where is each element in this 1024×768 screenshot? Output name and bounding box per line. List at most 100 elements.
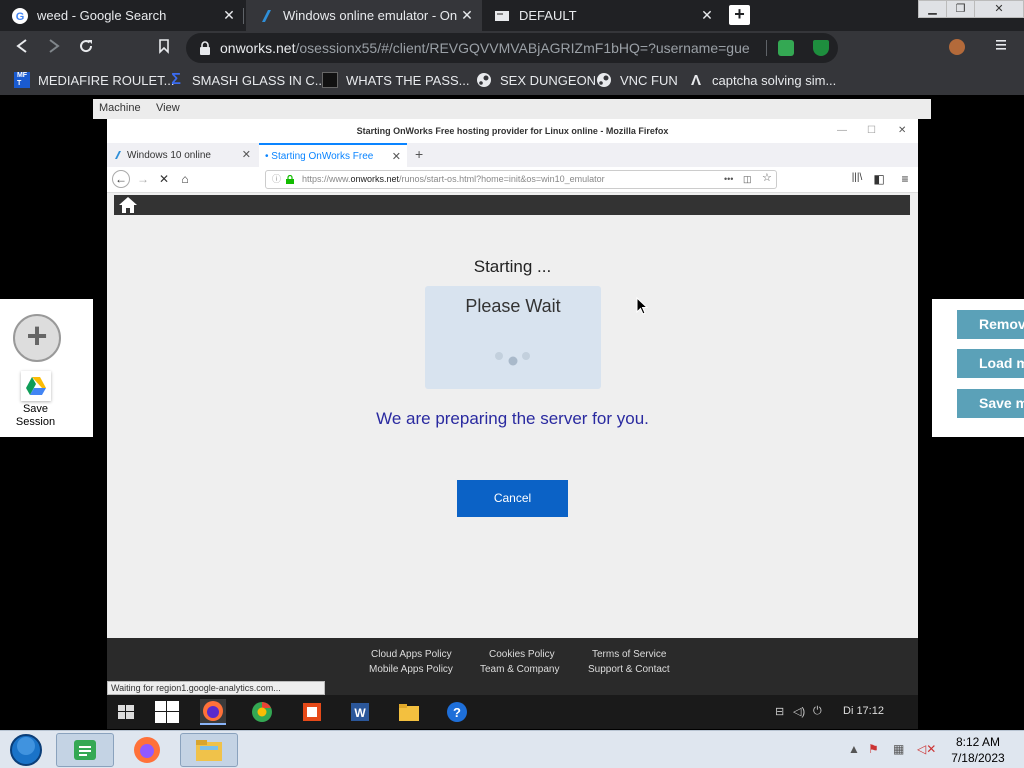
loading-spinner-icon [495, 352, 530, 366]
extension-shield-icon[interactable] [813, 40, 829, 56]
library-icon[interactable]: |||\ [849, 172, 865, 183]
ff-menu-icon[interactable]: ≡ [897, 172, 913, 186]
bookmark-sex-dungeon[interactable]: SEX DUNGEON [476, 71, 596, 89]
ff-close-button[interactable]: ✕ [898, 125, 906, 136]
load-button[interactable]: Load m [957, 349, 1024, 378]
starting-heading: Starting ... [473, 257, 552, 276]
bookmark-star-icon[interactable]: ☆ [762, 171, 772, 187]
onworks-icon [115, 151, 121, 159]
back-button[interactable] [12, 38, 32, 58]
page-content: Starting ... Please Wait We are preparin… [107, 193, 918, 638]
reload-button[interactable] [76, 38, 96, 58]
bookmark-mediafire[interactable]: MF T MEDIAFIRE ROULET... [14, 71, 175, 89]
footer-link-team[interactable]: Team & Company [480, 664, 559, 675]
profile-avatar[interactable] [949, 39, 965, 55]
svg-text:W: W [354, 706, 366, 720]
reload-icon [80, 40, 93, 53]
tab-windows-emulator[interactable]: Windows online emulator - Online ✕ [246, 0, 482, 31]
chrome-toolbar: onworks.net/osessionx55/#/client/REVGQVV… [0, 31, 1024, 65]
ff-maximize-button[interactable]: ☐ [867, 125, 876, 136]
lock-icon [200, 41, 210, 55]
network-tray-icon[interactable]: ▦ [893, 742, 904, 756]
lambda-icon: Λ [690, 71, 701, 89]
ff-tab-starting[interactable]: • Starting OnWorks Free ✕ [259, 143, 407, 167]
ff-new-tab-button[interactable]: + [415, 146, 423, 162]
menu-machine[interactable]: Machine [99, 102, 141, 114]
windows-start-icon [118, 705, 134, 719]
footer-link-cloud-apps[interactable]: Cloud Apps Policy [371, 649, 452, 660]
ff-forward-button[interactable]: → [135, 172, 151, 186]
footer-link-support[interactable]: Support & Contact [588, 664, 670, 675]
minimize-button[interactable]: ▁ [918, 0, 947, 18]
maximize-button[interactable]: ❐ [946, 0, 975, 18]
power-icon[interactable]: ⏻ [813, 705, 822, 718]
close-tab-icon[interactable]: ✕ [242, 148, 251, 161]
save-session-button[interactable]: Save Session [13, 371, 58, 428]
please-wait-text: Please Wait [465, 296, 561, 316]
ff-stop-icon[interactable]: ✕ [156, 172, 172, 186]
bookmark-vnc-fun[interactable]: VNC FUN [596, 71, 678, 89]
ff-minimize-button[interactable]: — [837, 125, 847, 136]
chrome-menu-button[interactable] [991, 38, 1011, 58]
network-icon[interactable]: ⊟ [775, 705, 784, 718]
ff-back-button[interactable]: ← [112, 170, 130, 188]
ff-home-icon[interactable]: ⌂ [177, 172, 193, 186]
volume-muted-icon[interactable]: ◁✕ [917, 742, 936, 756]
bookmark-captcha[interactable]: Λ captcha solving sim... [688, 71, 836, 89]
bookmark-smash-glass[interactable]: Σ SMASH GLASS IN C... [168, 71, 325, 89]
windows-logo-icon[interactable] [154, 699, 180, 725]
bookmark-whats-the-pass[interactable]: WHATS THE PASS... [322, 71, 470, 89]
sidebar-icon[interactable]: ◧ [871, 172, 887, 186]
bookmark-star-button[interactable] [154, 38, 174, 58]
svg-text:?: ? [453, 705, 461, 720]
save-session-label: Save Session [15, 403, 56, 428]
action-center-icon[interactable]: ⚑ [868, 742, 879, 756]
close-window-button[interactable]: ✕ [974, 0, 1024, 18]
close-tab-icon[interactable]: ✕ [458, 7, 476, 24]
remove-button[interactable]: Remove [957, 310, 1024, 339]
cancel-button[interactable]: Cancel [457, 480, 568, 517]
ff-address-bar[interactable]: ⓘ https://www.onworks.net/runos/start-os… [265, 170, 777, 189]
close-tab-icon[interactable]: ✕ [698, 7, 716, 24]
footer-link-mobile-apps[interactable]: Mobile Apps Policy [369, 664, 453, 675]
new-tab-button[interactable]: + [729, 5, 750, 25]
chrome-tab-strip: G weed - Google Search ✕ Windows online … [0, 0, 1024, 31]
firefox-taskbar-icon[interactable] [118, 733, 176, 767]
tab-default[interactable]: DEFAULT ✕ [482, 0, 722, 31]
extension-notes-icon[interactable] [778, 40, 794, 56]
close-tab-icon[interactable]: ✕ [220, 7, 238, 24]
page-icon [494, 8, 510, 24]
tab-google-search[interactable]: G weed - Google Search ✕ [0, 0, 244, 31]
firefox-nav-bar: ← → ✕ ⌂ ⓘ https://www.onworks.net/runos/… [107, 167, 918, 193]
home-icon[interactable] [118, 196, 138, 214]
ff-tab-windows10[interactable]: Windows 10 online ✕ [107, 143, 257, 167]
show-hidden-icons[interactable]: ▲ [848, 742, 860, 756]
add-icon[interactable]: + [13, 314, 61, 362]
chrome-taskbar-icon[interactable] [249, 699, 275, 725]
file-explorer-taskbar-icon[interactable] [396, 699, 422, 725]
address-bar[interactable]: onworks.net/osessionx55/#/client/REVGQVV… [186, 33, 838, 63]
page-actions-icon[interactable]: ••• [724, 171, 733, 188]
footer-link-cookies[interactable]: Cookies Policy [489, 649, 555, 660]
file-explorer-taskbar-icon[interactable] [180, 733, 238, 767]
mouse-cursor-icon [636, 297, 648, 315]
footer-link-terms[interactable]: Terms of Service [592, 649, 666, 660]
windows-start-orb-icon[interactable] [6, 733, 46, 767]
onworks-icon [258, 8, 274, 24]
menu-view[interactable]: View [156, 102, 180, 114]
firefox-taskbar-icon[interactable] [200, 699, 226, 725]
word-taskbar-icon[interactable]: W [347, 699, 373, 725]
help-taskbar-icon[interactable]: ? [444, 699, 470, 725]
forward-icon [49, 39, 60, 53]
google-docs-taskbar-icon[interactable] [56, 733, 114, 767]
system-clock[interactable]: 8:12 AM 7/18/2023 [940, 734, 1016, 766]
menu-icon [996, 40, 1006, 50]
pocket-icon[interactable]: ◫ [743, 171, 752, 188]
bookmark-icon [159, 39, 169, 54]
volume-icon[interactable]: ◁) [793, 705, 805, 718]
office-taskbar-icon[interactable] [299, 699, 325, 725]
start-menu-button[interactable] [109, 699, 143, 725]
forward-button[interactable] [44, 38, 64, 58]
close-tab-icon[interactable]: ✕ [392, 150, 401, 163]
save-button[interactable]: Save m [957, 389, 1024, 418]
